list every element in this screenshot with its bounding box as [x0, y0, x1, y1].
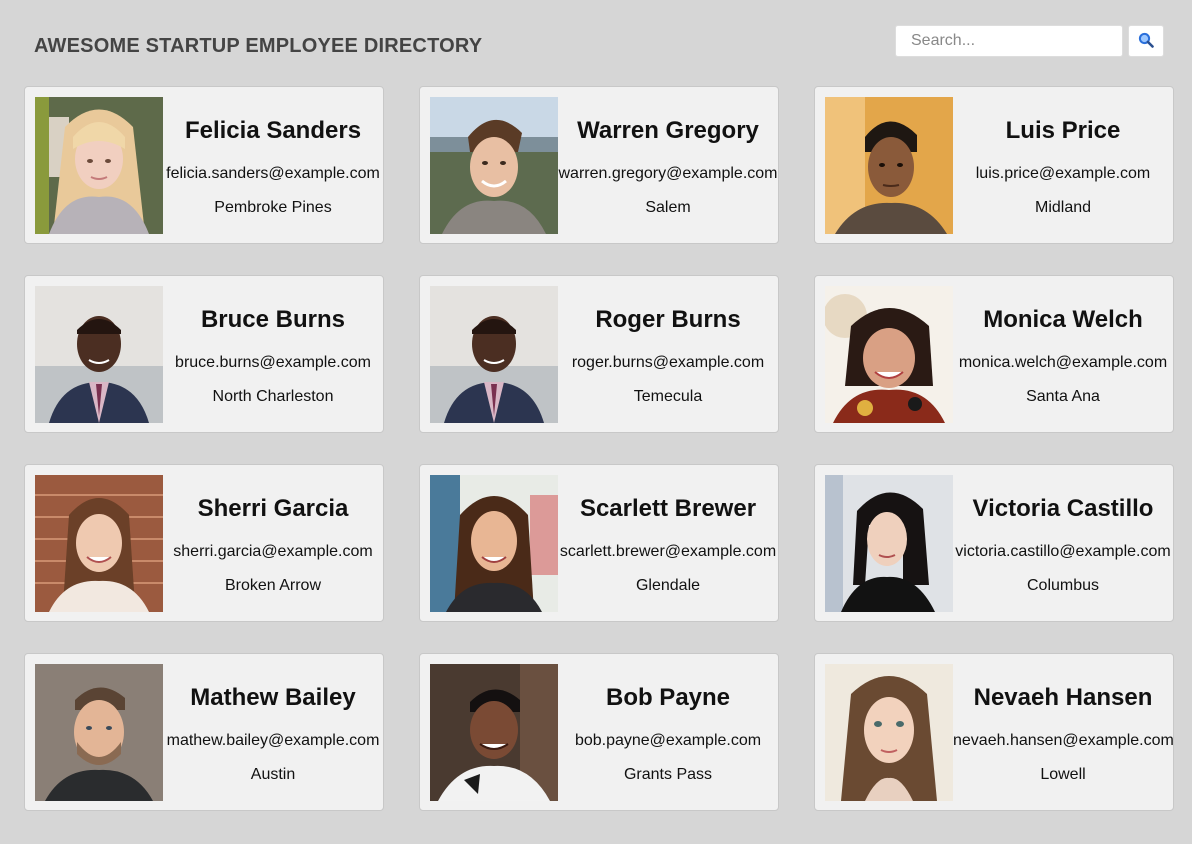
employee-photo — [430, 286, 558, 423]
employee-card[interactable]: Victoria Castillo victoria.castillo@exam… — [814, 464, 1174, 622]
employee-city: Glendale — [635, 577, 701, 594]
employee-photo — [825, 286, 953, 423]
employee-city: Salem — [645, 199, 691, 216]
page-title: AWESOME STARTUP EMPLOYEE DIRECTORY — [34, 35, 483, 57]
employee-name: Bob Payne — [605, 684, 731, 711]
employee-card[interactable]: Luis Price luis.price@example.com Midlan… — [814, 86, 1174, 244]
employee-photo — [825, 97, 953, 234]
employee-name: Monica Welch — [983, 306, 1143, 333]
employee-info: Warren Gregory warren.gregory@example.co… — [558, 87, 778, 243]
employee-city: Santa Ana — [1026, 388, 1100, 405]
employee-city: Austin — [250, 766, 296, 783]
employee-email: warren.gregory@example.com — [558, 165, 778, 182]
employee-email: mathew.bailey@example.com — [166, 732, 380, 749]
employee-email: monica.welch@example.com — [958, 354, 1168, 371]
employee-gallery: Felicia Sanders felicia.sanders@example.… — [24, 86, 1174, 811]
employee-name: Roger Burns — [595, 306, 741, 333]
employee-city: North Charleston — [212, 388, 334, 405]
employee-city: Pembroke Pines — [214, 199, 332, 216]
employee-card[interactable]: Roger Burns roger.burns@example.com Teme… — [419, 275, 779, 433]
employee-photo — [430, 664, 558, 801]
search-button[interactable] — [1128, 25, 1164, 57]
employee-name: Bruce Burns — [200, 306, 346, 333]
employee-info: Mathew Bailey mathew.bailey@example.com … — [163, 654, 383, 810]
employee-email: roger.burns@example.com — [571, 354, 765, 371]
employee-card[interactable]: Warren Gregory warren.gregory@example.co… — [419, 86, 779, 244]
employee-card[interactable]: Bob Payne bob.payne@example.com Grants P… — [419, 653, 779, 811]
employee-name: Sherri Garcia — [197, 495, 349, 522]
employee-card[interactable]: Sherri Garcia sherri.garcia@example.com … — [24, 464, 384, 622]
employee-email: felicia.sanders@example.com — [166, 165, 380, 182]
employee-photo — [35, 475, 163, 612]
search-input[interactable] — [895, 25, 1123, 57]
employee-city: Columbus — [1026, 577, 1100, 594]
employee-city: Temecula — [633, 388, 703, 405]
employee-info: Bob Payne bob.payne@example.com Grants P… — [558, 654, 778, 810]
employee-info: Felicia Sanders felicia.sanders@example.… — [163, 87, 383, 243]
employee-name: Felicia Sanders — [184, 117, 362, 144]
employee-photo — [35, 97, 163, 234]
employee-email: sherri.garcia@example.com — [173, 543, 373, 560]
employee-name: Luis Price — [1005, 117, 1121, 144]
employee-info: Scarlett Brewer scarlett.brewer@example.… — [558, 465, 778, 621]
employee-info: Nevaeh Hansen nevaeh.hansen@example.com … — [953, 654, 1174, 810]
employee-photo — [825, 664, 953, 801]
employee-info: Monica Welch monica.welch@example.com Sa… — [953, 276, 1173, 432]
employee-photo — [35, 286, 163, 423]
employee-city: Lowell — [1040, 766, 1086, 783]
employee-city: Midland — [1034, 199, 1092, 216]
employee-card[interactable]: Felicia Sanders felicia.sanders@example.… — [24, 86, 384, 244]
employee-email: bob.payne@example.com — [574, 732, 762, 749]
employee-city: Grants Pass — [623, 766, 713, 783]
employee-name: Scarlett Brewer — [579, 495, 757, 522]
employee-photo — [825, 475, 953, 612]
employee-name: Mathew Bailey — [190, 684, 356, 711]
employee-info: Victoria Castillo victoria.castillo@exam… — [953, 465, 1173, 621]
employee-card[interactable]: Monica Welch monica.welch@example.com Sa… — [814, 275, 1174, 433]
employee-email: scarlett.brewer@example.com — [559, 543, 777, 560]
employee-card[interactable]: Nevaeh Hansen nevaeh.hansen@example.com … — [814, 653, 1174, 811]
employee-name: Warren Gregory — [577, 117, 759, 144]
search-icon — [1138, 32, 1154, 51]
employee-name: Victoria Castillo — [972, 495, 1154, 522]
employee-photo — [430, 97, 558, 234]
employee-card[interactable]: Scarlett Brewer scarlett.brewer@example.… — [419, 464, 779, 622]
employee-info: Luis Price luis.price@example.com Midlan… — [953, 87, 1173, 243]
search-container — [895, 25, 1164, 57]
employee-info: Bruce Burns bruce.burns@example.com Nort… — [163, 276, 383, 432]
employee-email: nevaeh.hansen@example.com — [953, 732, 1174, 749]
employee-photo — [35, 664, 163, 801]
employee-info: Sherri Garcia sherri.garcia@example.com … — [163, 465, 383, 621]
employee-name: Nevaeh Hansen — [973, 684, 1153, 711]
employee-card[interactable]: Bruce Burns bruce.burns@example.com Nort… — [24, 275, 384, 433]
employee-photo — [430, 475, 558, 612]
employee-info: Roger Burns roger.burns@example.com Teme… — [558, 276, 778, 432]
employee-email: bruce.burns@example.com — [175, 354, 371, 371]
employee-email: luis.price@example.com — [975, 165, 1151, 182]
employee-city: Broken Arrow — [224, 577, 322, 594]
employee-email: victoria.castillo@example.com — [955, 543, 1171, 560]
employee-card[interactable]: Mathew Bailey mathew.bailey@example.com … — [24, 653, 384, 811]
